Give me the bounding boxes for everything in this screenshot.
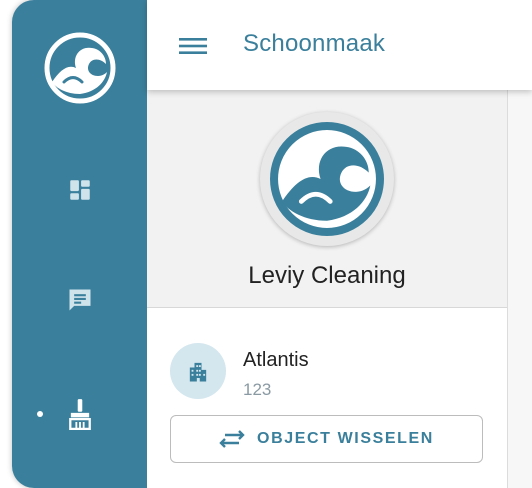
company-name: Leviy Cleaning (248, 262, 406, 289)
swap-arrows-icon (219, 430, 245, 448)
chat-icon (69, 289, 91, 311)
top-app-bar: Schoonmaak (147, 0, 532, 90)
company-profile: Leviy Cleaning (147, 90, 507, 308)
content-background (508, 90, 532, 488)
hamburger-menu-icon (179, 38, 207, 54)
navigation-rail (12, 0, 147, 488)
object-code: 123 (243, 380, 272, 399)
wave-logo-icon (270, 122, 384, 236)
dashboard-icon (70, 180, 90, 200)
nav-item-chat[interactable] (64, 284, 96, 316)
object-name: Atlantis (243, 349, 309, 371)
nav-item-dashboard[interactable] (64, 174, 96, 206)
main-content: Leviy Cleaning Atlantis 123 OBJECT WISSE… (147, 90, 508, 488)
object-avatar (170, 343, 226, 399)
company-avatar (260, 112, 394, 246)
page-title: Schoonmaak (243, 30, 386, 57)
active-indicator-dot (37, 411, 43, 417)
menu-button[interactable] (177, 32, 209, 60)
cleaning-brush-icon (69, 399, 91, 430)
switch-object-label: OBJECT WISSELEN (257, 430, 434, 447)
nav-item-cleaning[interactable] (64, 398, 96, 430)
wave-logo-icon[interactable] (42, 30, 118, 106)
switch-object-button[interactable]: OBJECT WISSELEN (170, 415, 483, 463)
app-frame: Schoonmaak Leviy Cleaning Atlantis 123 O… (12, 0, 532, 488)
building-icon (189, 362, 207, 382)
